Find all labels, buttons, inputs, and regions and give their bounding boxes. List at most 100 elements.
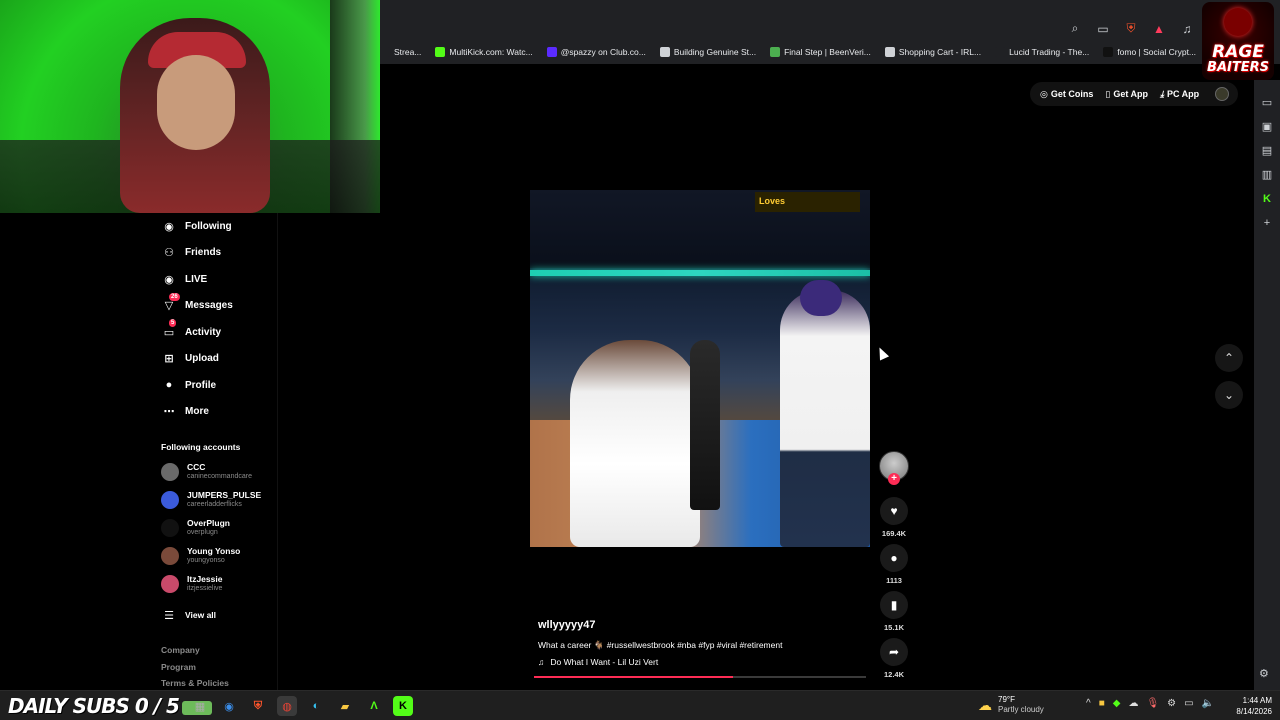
- kick-icon[interactable]: K: [393, 696, 413, 716]
- bookmark-item[interactable]: Final Step | BeenVeri...: [770, 47, 871, 57]
- sidebar-item-messages[interactable]: ▽ 26 Messages: [161, 292, 233, 314]
- app-green-a-icon[interactable]: Λ: [364, 696, 384, 716]
- share-icon[interactable]: ➦: [880, 638, 908, 666]
- brave-icon[interactable]: ⛨: [248, 696, 268, 716]
- zoom-icon[interactable]: ⌕: [1068, 21, 1082, 36]
- cloud-icon[interactable]: ☁: [1128, 698, 1138, 709]
- account-name: ItzJessie: [187, 574, 223, 584]
- bookmark-item[interactable]: Shopping Cart - IRL...: [884, 47, 981, 57]
- logo-line2: BAITERS: [1207, 60, 1269, 75]
- cart-icon: [884, 47, 895, 57]
- view-all-button[interactable]: ☰ View all: [161, 607, 216, 623]
- system-clock[interactable]: 1:44 AM 8/14/2026: [1226, 695, 1272, 717]
- account-username: youngyonso: [187, 557, 225, 564]
- sidebar-item-profile[interactable]: ● Profile: [161, 377, 216, 393]
- panel-wallet-icon[interactable]: ▣: [1260, 120, 1274, 134]
- notification-badge: 26: [169, 292, 180, 301]
- bookmark-item[interactable]: Strea...: [380, 47, 421, 57]
- weather-widget[interactable]: ☁ 79°F Partly cloudy: [978, 695, 1044, 715]
- phone-icon: ▯: [1105, 88, 1111, 99]
- following-account[interactable]: ItzJessie itzjessielive: [161, 574, 222, 593]
- share-action[interactable]: ➦ 12.4K: [879, 638, 909, 679]
- edge-icon[interactable]: ◐: [306, 696, 326, 716]
- pc-app-button[interactable]: ⤓ PC App: [1160, 89, 1199, 100]
- save-count: 15.1K: [883, 623, 904, 632]
- tray-app-icon[interactable]: ■: [1099, 698, 1105, 709]
- save-action[interactable]: ▮ 15.1K: [879, 591, 909, 632]
- fomo-icon: [1103, 47, 1114, 57]
- chevron-down-icon[interactable]: ⌄: [1215, 381, 1243, 409]
- tray-gear-icon[interactable]: ⚙: [1167, 698, 1176, 709]
- following-account[interactable]: CCC caninecommandcare: [161, 462, 252, 481]
- app-blue-icon[interactable]: ◉: [219, 696, 239, 716]
- sidebar-item-more[interactable]: ⋯ More: [161, 404, 209, 420]
- following-account[interactable]: OverPlugn overplugn: [161, 518, 230, 537]
- comment-icon[interactable]: ●: [880, 544, 908, 572]
- video-progress-bar[interactable]: [534, 676, 866, 678]
- windows-taskbar: DAILY SUBS 0 / 5 ▦ ◉ ⛨ ◍ ◐ ▰ Λ K ☁ 79°F …: [0, 690, 1280, 720]
- tiktok-header: ◎ Get Coins ▯ Get App ⤓ PC App: [1030, 82, 1238, 106]
- following-accounts-title: Following accounts: [161, 442, 241, 452]
- brave-shield-icon[interactable]: ⛨: [1124, 21, 1138, 36]
- network-icon[interactable]: ▭: [1184, 698, 1193, 709]
- get-coins-button[interactable]: ◎ Get Coins: [1040, 89, 1093, 100]
- activity-icon: ▭ 5: [163, 319, 177, 339]
- account-name: JUMPERS_PULSE: [187, 490, 262, 500]
- like-action[interactable]: ♥ 169.4K: [879, 497, 909, 538]
- bookmark-item[interactable]: Lucid Trading - The...: [995, 47, 1089, 57]
- brave-rewards-icon[interactable]: ▲: [1152, 22, 1166, 36]
- speaker-icon[interactable]: 🔈: [1202, 698, 1214, 709]
- tray-shield-icon[interactable]: ◆: [1113, 698, 1121, 709]
- video-music[interactable]: ♫ Do What I Want - Lil Uzi Vert: [538, 657, 658, 667]
- bookmark-item[interactable]: MultiKick.com: Watc...: [435, 47, 533, 57]
- panel-bookmark-icon[interactable]: ▤: [1260, 144, 1274, 158]
- bookmark-icon[interactable]: ▮: [880, 591, 908, 619]
- sidebar-item-activity[interactable]: ▭ 5 Activity: [161, 319, 221, 340]
- sidebar-item-following[interactable]: ◉ Following: [161, 218, 231, 234]
- panel-reading-icon[interactable]: ▥: [1260, 168, 1274, 182]
- avatar: [161, 574, 179, 593]
- user-avatar[interactable]: [1215, 87, 1230, 101]
- get-app-button[interactable]: ▯ Get App: [1105, 89, 1148, 100]
- video-led-board: [530, 270, 870, 276]
- file-explorer-icon[interactable]: ▰: [335, 696, 355, 716]
- account-username: careerladderflicks: [187, 501, 242, 508]
- friends-icon: ⚇: [164, 247, 174, 259]
- chevron-up-tray-icon[interactable]: ^: [1086, 698, 1091, 709]
- video-player[interactable]: Loves: [530, 190, 870, 547]
- system-tray: ^ ■ ◆ ☁ 🎙 ⚙ ▭ 🔈: [1086, 698, 1214, 709]
- comment-action[interactable]: ● 1113: [879, 544, 909, 585]
- sidebar-item-live[interactable]: ◉ LIVE: [161, 271, 207, 287]
- task-view-icon[interactable]: ▦: [190, 696, 210, 716]
- chevron-up-icon[interactable]: ⌃: [1215, 344, 1243, 372]
- coin-icon: ◎: [1040, 88, 1048, 99]
- microphone-icon[interactable]: 🎙: [1146, 698, 1159, 709]
- settings-gear-icon[interactable]: ⚙: [1259, 667, 1269, 680]
- cast-icon[interactable]: ▭: [1096, 22, 1110, 36]
- footer-link[interactable]: Program: [161, 662, 196, 672]
- chrome-icon[interactable]: ◍: [277, 696, 297, 716]
- rage-baiters-logo: RAGE BAITERS: [1202, 2, 1274, 80]
- sidebar-item-upload[interactable]: ⊞ Upload: [161, 351, 219, 367]
- sidebar-item-friends[interactable]: ⚇ Friends: [161, 245, 221, 261]
- account-name: OverPlugn: [187, 518, 230, 528]
- footer-link[interactable]: Terms & Policies: [161, 678, 229, 688]
- arena-sign: Loves: [755, 192, 860, 212]
- bookmark-item[interactable]: fomo | Social Crypt...: [1103, 47, 1196, 57]
- following-account[interactable]: Young Yonso youngyonso: [161, 546, 240, 565]
- bookmark-item[interactable]: @spazzy on Club.co...: [546, 47, 646, 57]
- panel-kick-icon[interactable]: K: [1260, 192, 1274, 206]
- footer-link[interactable]: Company: [161, 645, 200, 655]
- tab-icon: [380, 47, 390, 57]
- panel-add-icon[interactable]: +: [1260, 216, 1274, 230]
- media-icon[interactable]: ♫: [1180, 22, 1194, 36]
- address-bar-icons: ⌕ ▭ ⛨ ▲ ♫: [1068, 21, 1194, 36]
- account-name: CCC: [187, 462, 206, 472]
- video-author[interactable]: wllyyyyy47: [538, 619, 596, 631]
- panel-tv-icon[interactable]: ▭: [1260, 96, 1274, 110]
- more-icon: ⋯: [163, 406, 175, 418]
- following-account[interactable]: JUMPERS_PULSE careerladderflicks: [161, 490, 261, 509]
- heart-icon[interactable]: ♥: [880, 497, 908, 525]
- bookmark-item[interactable]: Building Genuine St...: [659, 47, 756, 57]
- follow-plus-icon[interactable]: +: [888, 473, 900, 485]
